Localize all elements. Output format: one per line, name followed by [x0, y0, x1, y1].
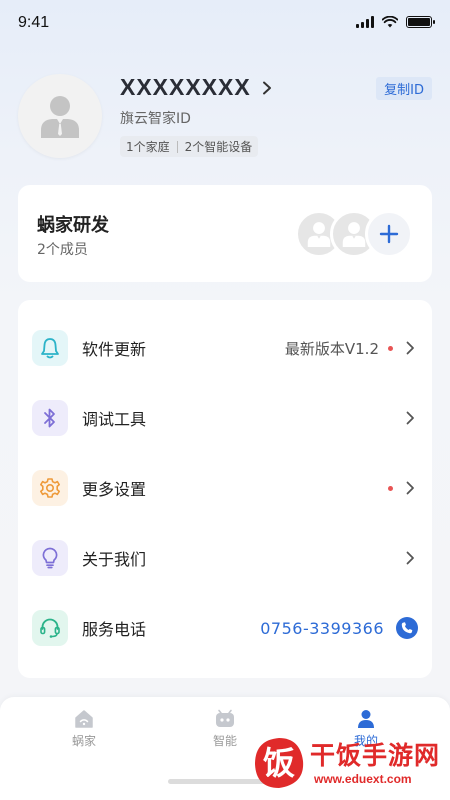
tab-home[interactable]: 蜗家	[24, 709, 144, 749]
avatar[interactable]	[18, 74, 102, 158]
menu-item-debug-tools[interactable]: 调试工具	[18, 383, 432, 453]
family-name: 蜗家研发	[37, 215, 109, 236]
plus-icon	[379, 224, 399, 244]
person-icon	[358, 710, 374, 728]
menu-icon-badge	[32, 610, 68, 646]
wifi-icon	[382, 16, 398, 28]
copy-id-button[interactable]: 复制ID	[376, 77, 432, 100]
menu-icon-badge	[32, 470, 68, 506]
watermark-title: 干饭手游网	[310, 741, 441, 770]
menu-item-label: 更多设置	[82, 480, 147, 499]
status-bar: 9:41	[0, 0, 450, 48]
lightbulb-icon	[42, 547, 58, 569]
menu-item-label: 关于我们	[82, 550, 147, 569]
chevron-right-icon	[402, 340, 418, 356]
user-avatar-icon	[41, 96, 79, 138]
menu-icon-badge	[32, 540, 68, 576]
profile-tags: 1个家庭 2个智能设备	[120, 136, 259, 157]
version-value: 最新版本V1.2	[284, 339, 379, 358]
add-member-button[interactable]	[365, 210, 413, 258]
device-count-tag: 2个智能设备	[184, 140, 253, 154]
bluetooth-icon	[44, 408, 55, 428]
family-member-count: 2个成员	[37, 242, 88, 258]
user-avatar-icon	[307, 222, 331, 247]
menu-item-about-us[interactable]: 关于我们	[18, 523, 432, 593]
headset-icon	[40, 618, 60, 638]
service-phone-number[interactable]: 0756-3399366	[260, 619, 384, 638]
menu-icon-badge	[32, 400, 68, 436]
watermark-logo: 饭	[255, 738, 304, 788]
menu-icon-badge	[32, 330, 68, 366]
family-card[interactable]: 蜗家研发 2个成员	[18, 185, 432, 282]
menu-item-label: 调试工具	[82, 410, 147, 429]
gear-icon	[40, 478, 60, 498]
signal-icon	[356, 16, 374, 28]
member-avatars	[295, 210, 413, 258]
username: XXXXXXXX	[120, 74, 251, 100]
family-count-tag: 1个家庭	[126, 140, 170, 154]
tab-label: 蜗家	[71, 734, 96, 748]
settings-menu: 软件更新 最新版本V1.2 调试工具 更多设置 关于我们 服务电话 0756-3…	[18, 300, 432, 678]
settings-dot	[388, 485, 393, 491]
status-time: 9:41	[18, 14, 50, 31]
profile-header: XXXXXXXX 旗云智家ID 1个家庭 2个智能设备 复制ID	[18, 72, 432, 162]
battery-icon	[406, 16, 435, 28]
menu-item-label: 软件更新	[82, 340, 147, 359]
menu-item-software-update[interactable]: 软件更新 最新版本V1.2	[18, 313, 432, 383]
watermark-url: www.eduext.com	[314, 772, 412, 786]
chevron-right-icon	[402, 480, 418, 496]
menu-item-service-phone[interactable]: 服务电话 0756-3399366	[18, 593, 432, 663]
home-icon	[75, 710, 93, 728]
bell-icon	[41, 338, 59, 359]
chevron-right-icon	[402, 410, 418, 426]
robot-icon	[216, 709, 234, 727]
update-dot	[388, 345, 393, 351]
watermark-glyph: 饭	[263, 744, 295, 782]
user-id-label: 旗云智家ID	[120, 111, 191, 127]
user-avatar-icon	[342, 222, 366, 247]
watermark: 饭 干饭手游网 www.eduext.com	[250, 730, 446, 796]
chevron-right-icon	[262, 81, 271, 94]
menu-item-label: 服务电话	[82, 620, 147, 639]
tab-label: 智能	[212, 734, 237, 748]
status-icons	[356, 16, 435, 28]
phone-call-icon[interactable]	[396, 617, 418, 639]
menu-item-more-settings[interactable]: 更多设置	[18, 453, 432, 523]
username-row[interactable]: XXXXXXXX	[120, 74, 273, 101]
chevron-right-icon	[402, 550, 418, 566]
